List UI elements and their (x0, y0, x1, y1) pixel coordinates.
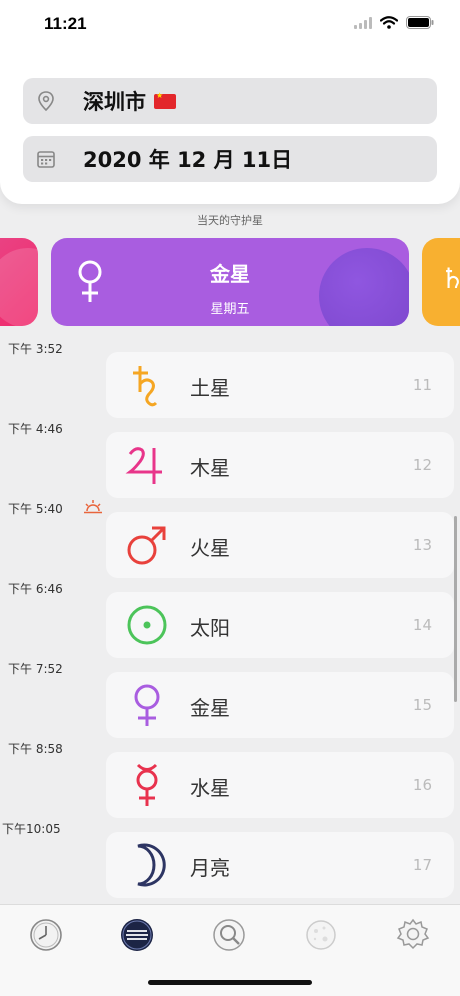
wifi-icon (380, 16, 398, 29)
guardian-caption: 当天的守护星 (197, 214, 263, 227)
hour-card-jupiter[interactable]: 木星 12 (106, 432, 454, 498)
mercury-icon (136, 763, 158, 806)
guardian-planet-name: 金星 (210, 262, 250, 286)
status-bar: 11:21 (0, 0, 460, 50)
guardian-carousel[interactable]: 金星 星期五 ♄ (0, 238, 460, 328)
sun-icon (127, 605, 167, 645)
planetary-hours-icon[interactable] (119, 917, 155, 953)
search-icon[interactable] (211, 917, 247, 953)
home-indicator[interactable] (148, 980, 312, 985)
location-pin-icon (38, 91, 54, 112)
city-name: 深圳市 (83, 90, 146, 114)
hour-time: 下午 7:52 (8, 662, 63, 676)
clock-icon[interactable] (28, 917, 64, 953)
hour-card-mercury[interactable]: 水星 16 (106, 752, 454, 818)
planet-name: 月亮 (190, 856, 230, 880)
hour-number: 13 (412, 536, 432, 554)
hour-time: 下午 4:46 (8, 422, 63, 436)
hour-time: 下午 5:40 (8, 502, 63, 516)
planet-name: 木星 (190, 456, 230, 480)
saturn-icon: ♄ (440, 262, 460, 295)
status-time: 11:21 (44, 14, 87, 33)
planet-name: 金星 (190, 696, 230, 720)
guardian-card-prev[interactable] (0, 238, 38, 326)
sunset-icon (84, 500, 102, 514)
hour-number: 17 (412, 856, 432, 874)
planet-name: 土星 (190, 376, 230, 400)
hour-card-venus[interactable]: 金星 15 (106, 672, 454, 738)
scroll-indicator[interactable] (454, 516, 457, 702)
jupiter-icon (125, 447, 162, 484)
hour-number: 15 (412, 696, 432, 714)
guardian-weekday: 星期五 (210, 302, 250, 317)
hour-number: 11 (412, 376, 432, 394)
location-field[interactable]: 深圳市 (23, 78, 437, 124)
moon-phase-icon[interactable] (303, 917, 339, 953)
battery-icon (406, 16, 434, 29)
hour-time: 下午10:05 (2, 822, 61, 836)
hour-time: 下午 8:58 (8, 742, 63, 756)
calendar-icon (37, 151, 55, 168)
moon-icon (137, 843, 166, 887)
mars-icon (127, 526, 166, 565)
guardian-card-current[interactable]: 金星 星期五 (51, 238, 409, 326)
date-field[interactable]: 2020 年 12 月 11日 (23, 136, 437, 182)
hour-card-moon[interactable]: 月亮 17 (106, 832, 454, 898)
hour-number: 12 (412, 456, 432, 474)
hour-card-sun[interactable]: 太阳 14 (106, 592, 454, 658)
planet-name: 火星 (190, 536, 230, 560)
hour-card-mars[interactable]: 火星 13 (106, 512, 454, 578)
guardian-card-next[interactable]: ♄ (422, 238, 460, 326)
hour-time: 下午 3:52 (8, 342, 63, 356)
location-text: 深圳市 (83, 86, 176, 116)
date-text: 2020 年 12 月 11日 (83, 148, 293, 172)
planet-name: 水星 (190, 776, 230, 800)
planet-name: 太阳 (190, 616, 230, 640)
cellular-signal-icon (354, 16, 372, 29)
saturn-icon (133, 366, 158, 407)
status-icons (354, 16, 434, 29)
hour-time: 下午 6:46 (8, 582, 63, 596)
settings-icon[interactable] (395, 917, 431, 953)
hour-number: 14 (412, 616, 432, 634)
venus-icon (134, 684, 160, 726)
hour-card-saturn[interactable]: 土星 11 (106, 352, 454, 418)
china-flag-icon (154, 91, 176, 109)
hour-number: 16 (412, 776, 432, 794)
